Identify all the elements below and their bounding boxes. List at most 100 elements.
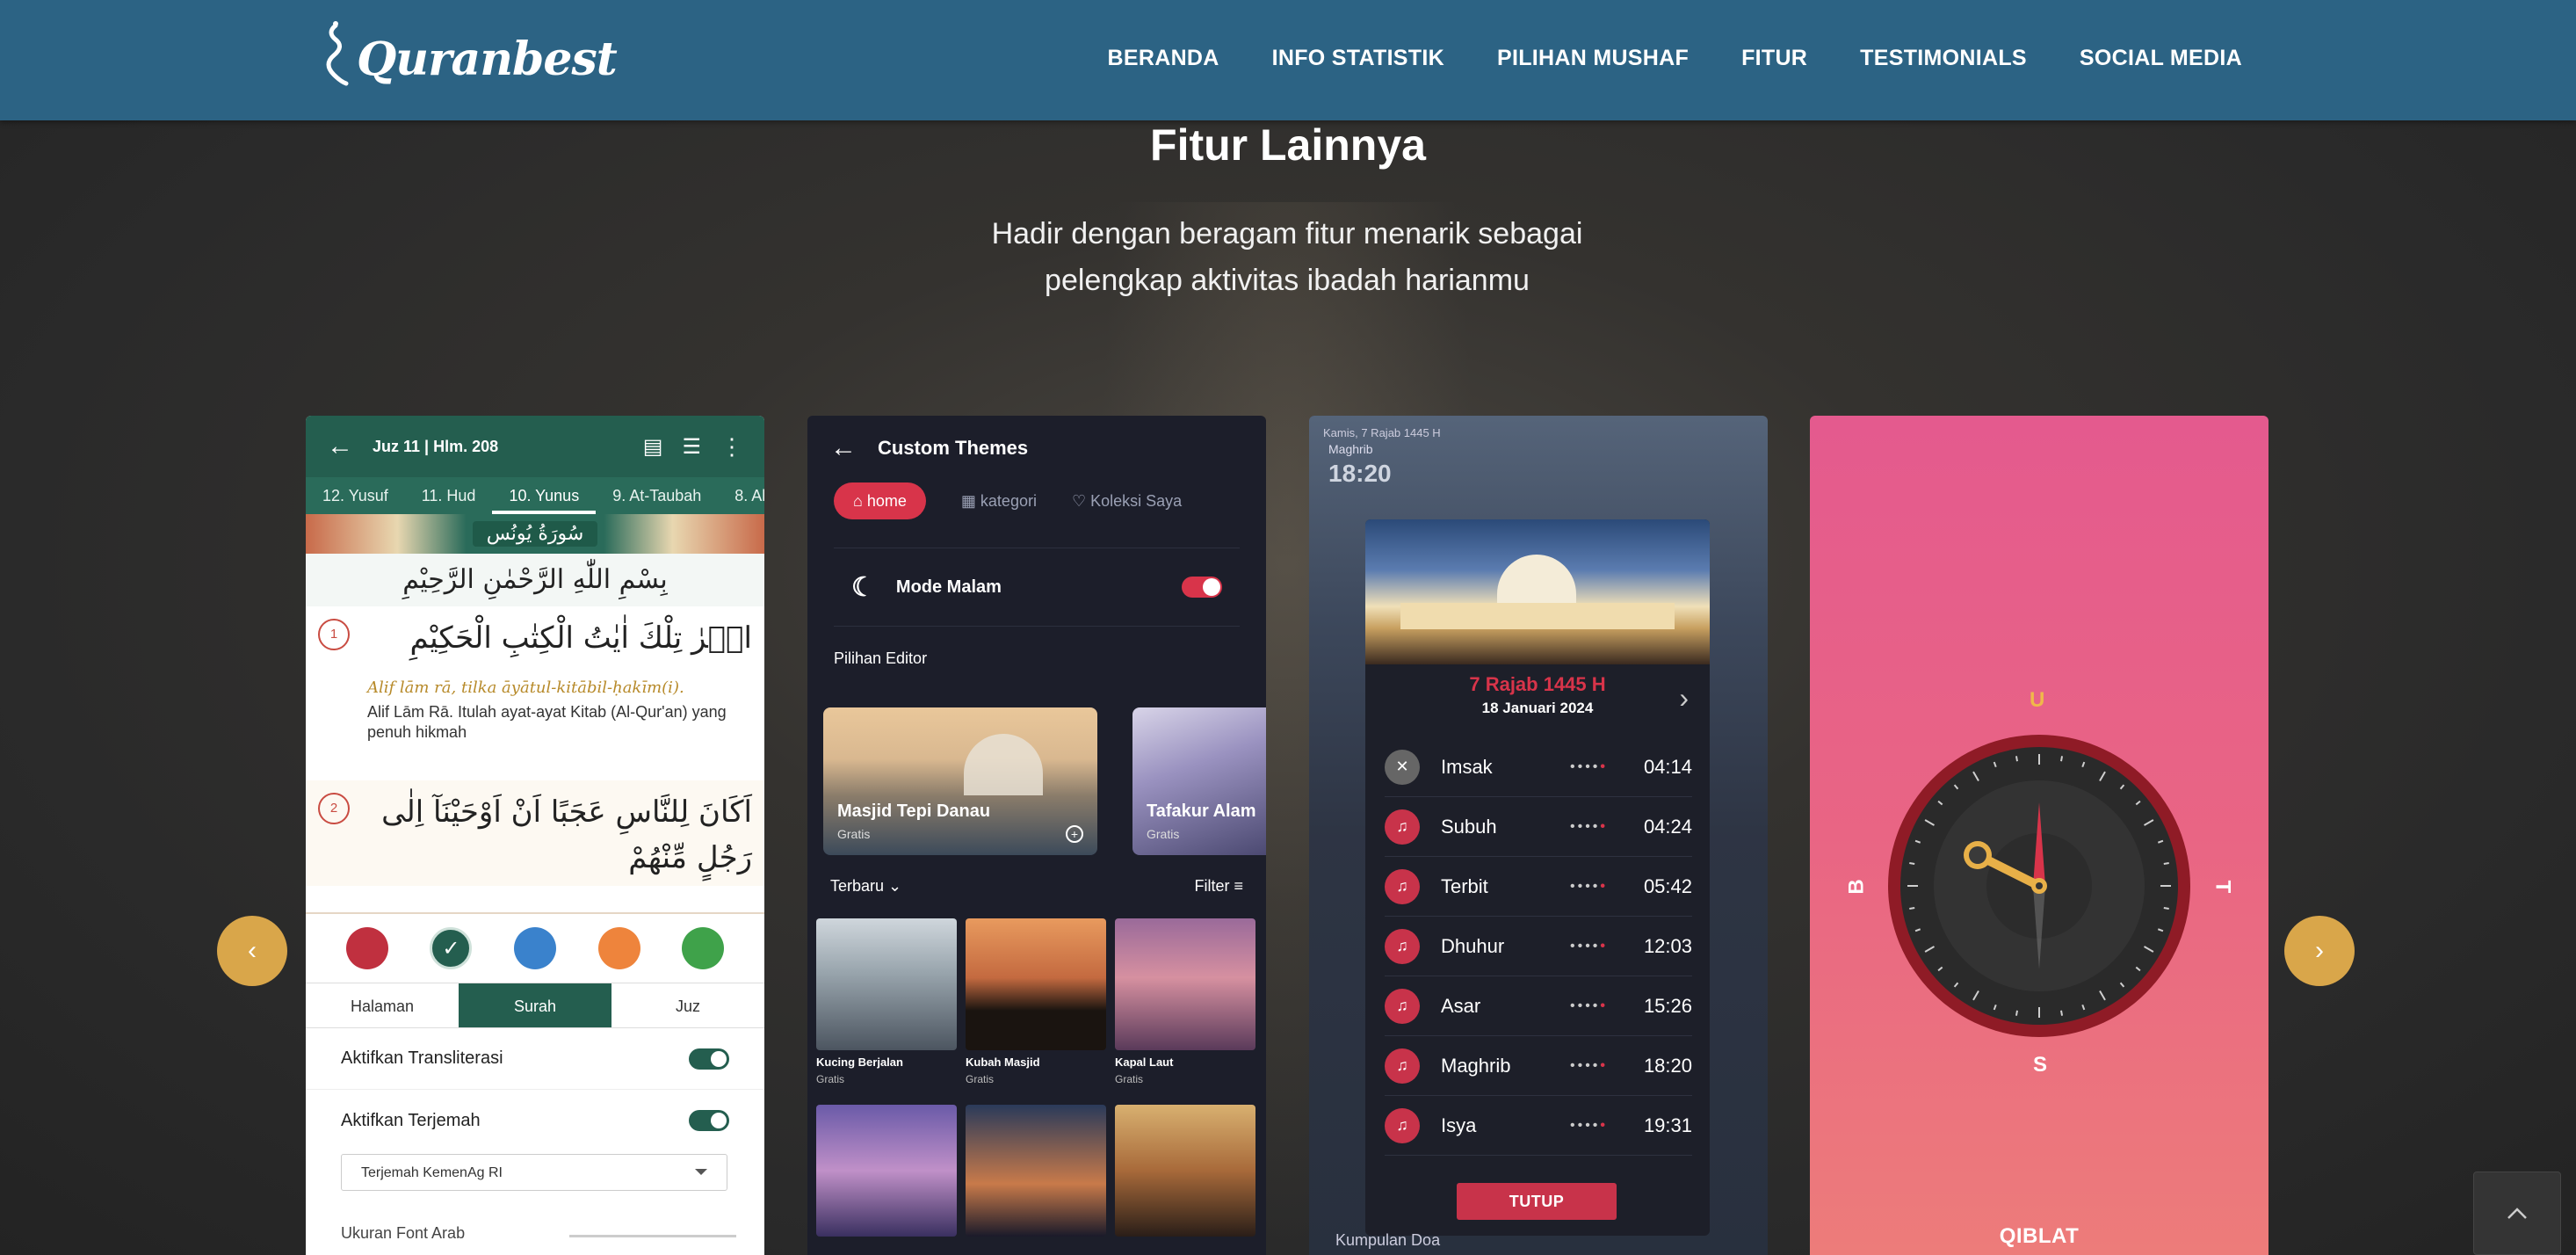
logo-icon [326, 21, 349, 86]
segment-halaman[interactable]: Halaman [306, 983, 459, 1027]
prayer-row: ♫ Isya ••••• 19:31 [1385, 1096, 1692, 1156]
reader-header: ← Juz 11 | Hlm. 208 ▤ ☰ ⋮ [306, 416, 764, 477]
nav-fitur[interactable]: FITUR [1741, 46, 1807, 71]
mosque-dome-shape [964, 734, 1043, 795]
speaker-icon[interactable]: ♫ [1385, 809, 1420, 845]
speaker-icon[interactable]: ♫ [1385, 928, 1420, 964]
featured-theme-name: Masjid Tepi Danau [837, 802, 991, 821]
prayer-name: Maghrib [1441, 1054, 1511, 1077]
reminder-dots: ••••• [1569, 818, 1608, 834]
qiblat-compass [1888, 735, 2190, 1037]
qiblat-title: QIBLAT [1999, 1224, 2080, 1248]
theme-thumbnail[interactable] [816, 1105, 957, 1237]
back-to-top-button[interactable] [2473, 1172, 2561, 1255]
speaker-icon[interactable]: ♫ [1385, 988, 1420, 1024]
add-circle-icon[interactable]: + [1066, 825, 1083, 843]
carousel-next-button[interactable]: › [2284, 916, 2355, 986]
surah-banner-name: سُورَةُ يُونُس [472, 521, 598, 547]
nav-testimonials[interactable]: TESTIMONIALS [1860, 46, 2027, 71]
check-icon: ✓ [442, 936, 460, 961]
themes-filter-bar: Terbaru ⌄ Filter ≡ [830, 877, 1243, 896]
more-vertical-icon[interactable]: ⋮ [720, 433, 743, 461]
section-title: Fitur Lainnya [1150, 120, 1426, 170]
featured-theme[interactable]: Tafakur Alam Gratis [1132, 707, 1266, 855]
chevron-right-icon[interactable]: › [1679, 682, 1689, 715]
theme-thumbnail[interactable] [966, 918, 1106, 1050]
feature-card-themes[interactable]: ← Custom Themes ⌂ home ▦ kategori ♡ Kole… [807, 416, 1266, 1255]
mode-malam-toggle[interactable] [1182, 577, 1222, 598]
reminder-dots: ••••• [1569, 1117, 1608, 1133]
tab-surah[interactable]: 11. Hud [405, 477, 493, 514]
tab-koleksi[interactable]: ♡ Koleksi Saya [1072, 492, 1182, 511]
compass-tick [2060, 756, 2064, 762]
color-swatch-green-selected[interactable]: ✓ [430, 927, 473, 969]
translation-select-value: Terjemah KemenAg RI [361, 1165, 503, 1180]
feature-card-mushaf[interactable]: ← Juz 11 | Hlm. 208 ▤ ☰ ⋮ 12. Yusuf 11. … [306, 416, 764, 1255]
feature-card-jadwal-sholat[interactable]: Kamis, 7 Rajab 1445 H Maghrib 18:20 7 Ra… [1309, 416, 1768, 1255]
tab-surah[interactable]: 9. At-Taubah [596, 477, 718, 514]
speaker-icon[interactable]: ♫ [1385, 1048, 1420, 1084]
close-button[interactable]: TUTUP [1457, 1183, 1617, 1220]
theme-price: Gratis [966, 1073, 995, 1085]
feature-card-qiblat[interactable]: U S B T QIBLAT [1810, 416, 2268, 1255]
speaker-icon[interactable]: ♫ [1385, 1107, 1420, 1143]
back-arrow-icon[interactable]: ← [327, 432, 353, 461]
tab-surah[interactable]: 8. Al-A [718, 477, 764, 514]
color-swatch-light-green[interactable] [682, 927, 725, 969]
transliterasi-toggle[interactable] [689, 1048, 729, 1070]
navigation-mode-segment: Halaman Surah Juz [306, 983, 764, 1028]
ayah-number: 1 [318, 619, 350, 650]
speaker-muted-icon[interactable]: ✕ [1385, 749, 1420, 785]
settings-sliders-icon[interactable]: ☰ [682, 434, 701, 460]
nav-pilihan-mushaf[interactable]: PILIHAN MUSHAF [1497, 46, 1689, 71]
font-size-slider[interactable] [569, 1235, 736, 1237]
background-prayer-time: 18:20 [1328, 460, 1392, 487]
compass-south-label: S [2033, 1053, 2048, 1077]
tab-koleksi-label: Koleksi Saya [1090, 491, 1183, 510]
translation-select[interactable]: Terjemah KemenAg RI [341, 1154, 727, 1191]
chevron-right-icon: › [2315, 936, 2324, 965]
prayer-time: 12:03 [1643, 934, 1692, 957]
nav-info-statistik[interactable]: INFO STATISTIK [1272, 46, 1444, 71]
mode-malam-label: Mode Malam [895, 577, 1002, 597]
carousel-prev-button[interactable]: ‹ [217, 916, 287, 986]
compass-tick [2163, 861, 2169, 865]
ayah-block[interactable]: 1 الۤرٰ تِلْكَ اٰيٰتُ الْكِتٰبِ الْحَكِي… [306, 606, 764, 780]
filter-button[interactable]: Filter ≡ [1194, 877, 1243, 896]
prayer-name: Terbit [1441, 874, 1488, 897]
color-swatch-red[interactable] [345, 927, 388, 969]
theme-color-picker: ✓ [306, 912, 764, 983]
segment-surah-active[interactable]: Surah [459, 983, 611, 1027]
color-swatch-blue[interactable] [513, 927, 556, 969]
featured-theme[interactable]: Masjid Tepi Danau Gratis + [823, 707, 1097, 855]
tab-kategori[interactable]: ▦ kategori [961, 492, 1037, 511]
prayer-name: Subuh [1441, 815, 1497, 838]
ayah-translation: Alif Lām Rā. Itulah ayat-ayat Kitab (Al-… [367, 703, 727, 741]
bookmark-list-icon[interactable]: ▤ [643, 434, 663, 460]
sort-dropdown[interactable]: Terbaru ⌄ [830, 877, 901, 896]
tab-surah-active[interactable]: 10. Yunus [492, 477, 597, 514]
theme-thumbnail[interactable] [966, 1105, 1106, 1237]
theme-thumbnail[interactable] [1115, 918, 1255, 1050]
brand-logo[interactable]: Quranbest [316, 19, 618, 98]
color-swatch-orange[interactable] [597, 927, 640, 969]
back-arrow-icon[interactable]: ← [830, 433, 857, 463]
reminder-dots: ••••• [1569, 997, 1608, 1013]
ayah-block[interactable]: 2 اَكَانَ لِلنَّاسِ عَجَبًا اَنْ اَوْحَي… [306, 780, 764, 886]
tab-surah[interactable]: 12. Yusuf [306, 477, 405, 514]
surah-tabs: 12. Yusuf 11. Hud 10. Yunus 9. At-Taubah… [306, 477, 764, 514]
ayah-arabic: اَكَانَ لِلنَّاسِ عَجَبًا اَنْ اَوْحَيْن… [381, 794, 752, 875]
segment-juz[interactable]: Juz [611, 983, 764, 1027]
tab-home[interactable]: ⌂ home [834, 482, 926, 519]
terjemah-toggle[interactable] [689, 1110, 729, 1131]
theme-thumbnail[interactable] [816, 918, 957, 1050]
prayer-name: Dhuhur [1441, 934, 1505, 957]
compass-tick [2163, 907, 2169, 910]
kumpulan-doa-label: Kumpulan Doa [1335, 1231, 1441, 1249]
featured-theme-price: Gratis [837, 827, 871, 841]
nav-social-media[interactable]: SOCIAL MEDIA [2080, 46, 2242, 71]
background-date: Kamis, 7 Rajab 1445 H [1323, 426, 1441, 439]
speaker-icon[interactable]: ♫ [1385, 868, 1420, 904]
nav-beranda[interactable]: BERANDA [1108, 46, 1219, 71]
theme-thumbnail[interactable] [1115, 1105, 1255, 1237]
